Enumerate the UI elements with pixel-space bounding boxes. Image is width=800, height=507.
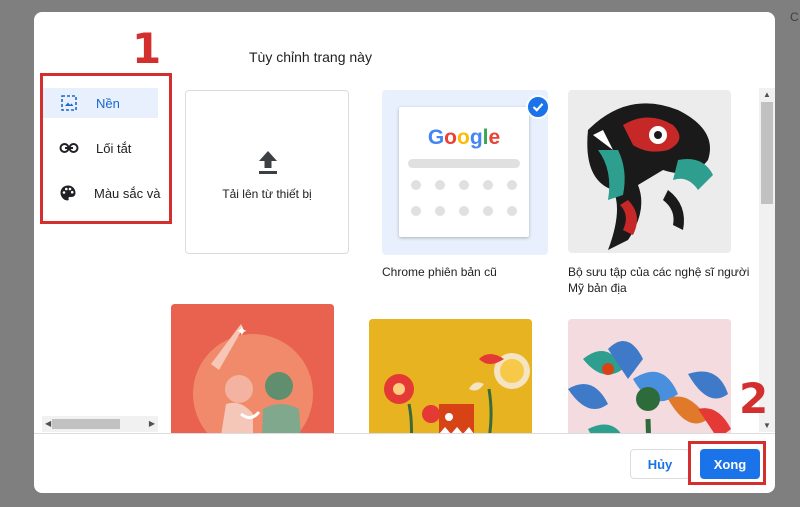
sidebar-item-label: Nền: [96, 95, 120, 111]
friends-art-thumbnail: ✦: [171, 304, 334, 433]
native-artists-label: Bộ sưu tập của các nghệ sĩ người Mỹ bản …: [568, 265, 750, 295]
link-icon: [59, 138, 79, 158]
plants-art-thumbnail: [568, 319, 731, 433]
done-button[interactable]: Xong: [700, 449, 760, 479]
classic-chrome-tile[interactable]: Google Chrome phiên bản cũ: [382, 90, 550, 295]
google-logo: Google: [427, 126, 501, 149]
classic-chrome-label: Chrome phiên bản cũ: [382, 265, 497, 279]
scroll-up-arrow-icon[interactable]: ▲: [763, 90, 771, 99]
sidebar-item-label: Lối tắt: [96, 140, 132, 156]
sidebar-item-label: Màu sắc và: [94, 185, 161, 201]
classic-chrome-preview: Google: [382, 90, 550, 255]
svg-text:✦: ✦: [236, 324, 248, 340]
upload-icon: [258, 151, 278, 180]
selected-check-icon: [526, 95, 550, 119]
upload-label: Tải lên từ thiết bị: [222, 187, 312, 201]
sidebar-item-shortcuts[interactable]: Lối tắt: [42, 133, 158, 163]
art-tile-plants[interactable]: [568, 319, 731, 433]
sidebar-item-colors[interactable]: Màu sắc và: [42, 178, 161, 208]
shortcut-dots: [411, 180, 517, 216]
background-page-text: C: [790, 10, 799, 24]
art-tile-flowers[interactable]: [369, 319, 532, 433]
art-tile-friends[interactable]: ✦: [171, 304, 334, 433]
scroll-right-arrow-icon[interactable]: ▶: [149, 419, 155, 428]
step2-number: 2: [739, 374, 769, 423]
palette-icon: [59, 183, 77, 203]
footer-divider: [34, 433, 775, 434]
native-artists-collection-tile[interactable]: Bộ sưu tập của các nghệ sĩ người Mỹ bản …: [568, 90, 758, 300]
sidebar: Nền Lối tắt Màu sắc và: [42, 88, 161, 223]
upload-from-device-tile[interactable]: Tải lên từ thiết bị: [185, 90, 349, 254]
customize-dialog: Tùy chỉnh trang này Nền Lối tắt Màu sắc …: [34, 12, 775, 493]
step1-number: 1: [132, 24, 162, 73]
dialog-title: Tùy chỉnh trang này: [249, 49, 372, 65]
cancel-button[interactable]: Hủy: [630, 449, 690, 479]
native-art-thumbnail: [568, 90, 731, 253]
sidebar-item-background[interactable]: Nền: [42, 88, 158, 118]
scrollbar-thumb[interactable]: [761, 102, 773, 204]
sidebar-horizontal-scrollbar[interactable]: ◀ ▶: [42, 416, 158, 432]
scrollbar-thumb[interactable]: [52, 419, 120, 429]
scroll-left-arrow-icon[interactable]: ◀: [45, 419, 51, 428]
classic-chrome-card: Google: [399, 107, 529, 237]
image-icon: [59, 93, 79, 113]
flowers-art-thumbnail: [369, 319, 532, 433]
search-box-placeholder: [408, 159, 520, 168]
